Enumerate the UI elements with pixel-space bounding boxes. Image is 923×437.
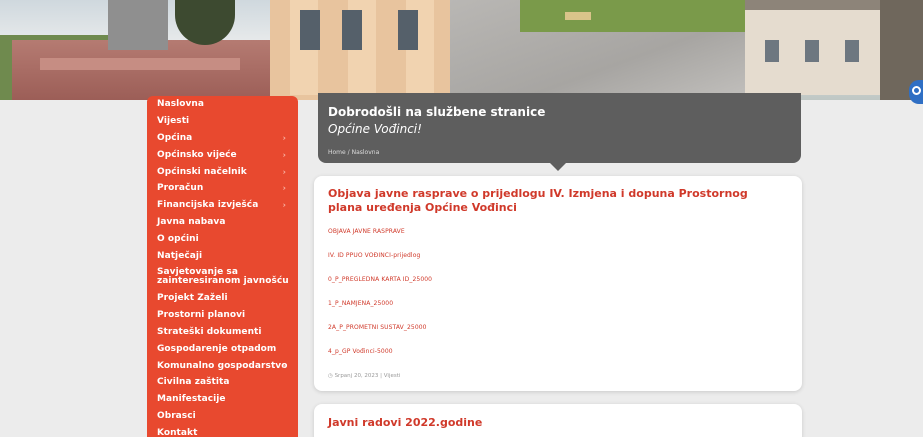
sidebar-item-label: Komunalno gospodarstvo — [157, 360, 288, 371]
house-window — [845, 40, 859, 62]
sidebar-nav: Naslovna Vijesti Općina › Općinsko vijeće › Op… — [147, 96, 298, 437]
sidebar-item-label: Općinski načelnik — [157, 166, 247, 177]
sidebar-item-label: Proračun — [157, 183, 204, 194]
sidebar-item[interactable]: Prostorni planovi — [147, 307, 298, 324]
sidebar-item[interactable]: Obrasci — [147, 408, 298, 425]
sidebar-item-label: Gospodarenje otpadom — [157, 343, 277, 354]
sidebar-item-label: Manifestacije — [157, 394, 226, 405]
sidebar-item[interactable]: Kontakt — [147, 424, 298, 437]
sidebar-item-label: Kontakt — [157, 427, 198, 437]
sidebar-item-label: Projekt Zaželi — [157, 293, 228, 304]
chevron-right-icon: › — [282, 150, 286, 160]
breadcrumb: Home / Naslovna — [328, 149, 379, 156]
sidebar-item[interactable]: Strateški dokumenti — [147, 324, 298, 341]
chevron-right-icon: › — [282, 133, 286, 143]
sidebar-item[interactable]: Komunalno gospodarstvo › — [147, 357, 298, 374]
building-window — [300, 10, 320, 50]
sidebar-item-label: Naslovna — [157, 99, 204, 110]
sidebar-item-label: Prostorni planovi — [157, 310, 246, 321]
sidebar-item[interactable]: Proračun › — [147, 180, 298, 197]
sidebar-item-label: Vijesti — [157, 116, 190, 127]
chevron-right-icon: › — [282, 183, 286, 193]
banner-monument-step — [40, 58, 240, 70]
post-card: Javni radovi 2022.godine — [314, 404, 802, 437]
sidebar-item[interactable]: Manifestacije — [147, 391, 298, 408]
banner-bench — [565, 12, 591, 20]
attachment-link[interactable]: IV. ID PPUO VOĐINCI-prijedlog — [328, 252, 420, 259]
sidebar-item-label: Natječaji — [157, 250, 203, 261]
banner-building — [270, 0, 450, 100]
sidebar-item-label: Savjetovanje sa zainteresiranom javnošću — [157, 266, 289, 286]
sidebar-item[interactable]: Vijesti — [147, 113, 298, 130]
banner-house — [745, 10, 895, 95]
hero-banner — [0, 0, 923, 100]
accessibility-tab[interactable] — [909, 80, 923, 104]
sidebar-item-label: Strateški dokumenti — [157, 326, 262, 337]
breadcrumb-separator: / — [347, 149, 350, 156]
sidebar-item-label: Obrasci — [157, 410, 196, 421]
attachment-link[interactable]: 1_p_NAMJENA_25000 — [328, 300, 393, 307]
post-title-link[interactable]: Javni radovi 2022.godine — [328, 416, 778, 430]
sidebar-item[interactable]: Projekt Zaželi — [147, 290, 298, 307]
sidebar-item-label: Općina — [157, 132, 193, 143]
sidebar-item-label: O općini — [157, 233, 199, 244]
clock-icon: ◷ — [328, 373, 333, 379]
attachment-link[interactable]: 0_p_PREGLEDNA KARTA ID_25000 — [328, 276, 432, 283]
sidebar-item[interactable]: Natječaji — [147, 247, 298, 264]
post-date-category: Srpanj 20, 2023 | Vijesti — [334, 373, 401, 379]
sidebar-item[interactable]: Financijska izvješća › — [147, 197, 298, 214]
sidebar-item-label: Civilna zaštita — [157, 377, 230, 388]
breadcrumb-home-link[interactable]: Home — [328, 149, 346, 156]
banner-lawn — [520, 0, 750, 32]
chevron-right-icon: › — [282, 361, 286, 371]
sidebar-item-label: Općinsko vijeće — [157, 149, 237, 160]
page-title: Dobrodošli na službene stranice — [328, 105, 546, 119]
accessibility-icon — [912, 86, 921, 95]
post-meta: ◷ Srpanj 20, 2023 | Vijesti — [328, 373, 400, 379]
breadcrumb-current: Naslovna — [351, 149, 380, 156]
post-card: Objava javne rasprave o prijedlogu IV. I… — [314, 176, 802, 391]
sidebar-item-label: Financijska izvješća — [157, 200, 259, 211]
sidebar-item[interactable]: Općina › — [147, 130, 298, 147]
sidebar-item-label: Javna nabava — [157, 216, 226, 227]
chevron-right-icon: › — [282, 200, 286, 210]
house-window — [765, 40, 779, 62]
welcome-header: Dobrodošli na službene stranice Općine V… — [318, 93, 801, 171]
building-window — [342, 10, 362, 50]
page-subtitle: Općine Vođinci! — [328, 122, 422, 136]
building-window — [398, 10, 418, 50]
header-pointer — [550, 163, 566, 171]
sidebar-item[interactable]: Civilna zaštita — [147, 374, 298, 391]
sidebar-item[interactable]: Općinsko vijeće › — [147, 146, 298, 163]
house-window — [805, 40, 819, 62]
sidebar-item[interactable]: Gospodarenje otpadom — [147, 340, 298, 357]
banner-monument-column — [108, 0, 168, 50]
sidebar-item[interactable]: Općinski načelnik › — [147, 163, 298, 180]
attachment-link[interactable]: 4_p_GP Vođinci-5000 — [328, 348, 393, 355]
attachment-link[interactable]: OBJAVA JAVNE RASPRAVE — [328, 228, 405, 235]
sidebar-item[interactable]: Naslovna — [147, 96, 298, 113]
sidebar-item[interactable]: Javna nabava — [147, 214, 298, 231]
post-title-link[interactable]: Objava javne rasprave o prijedlogu IV. I… — [328, 187, 778, 215]
chevron-right-icon: › — [282, 167, 286, 177]
sidebar-item[interactable]: Savjetovanje sa zainteresiranom javnošću — [147, 264, 298, 290]
attachment-link[interactable]: 2A_p_PROMETNI SUSTAV_25000 — [328, 324, 427, 331]
sidebar-item[interactable]: O općini — [147, 230, 298, 247]
